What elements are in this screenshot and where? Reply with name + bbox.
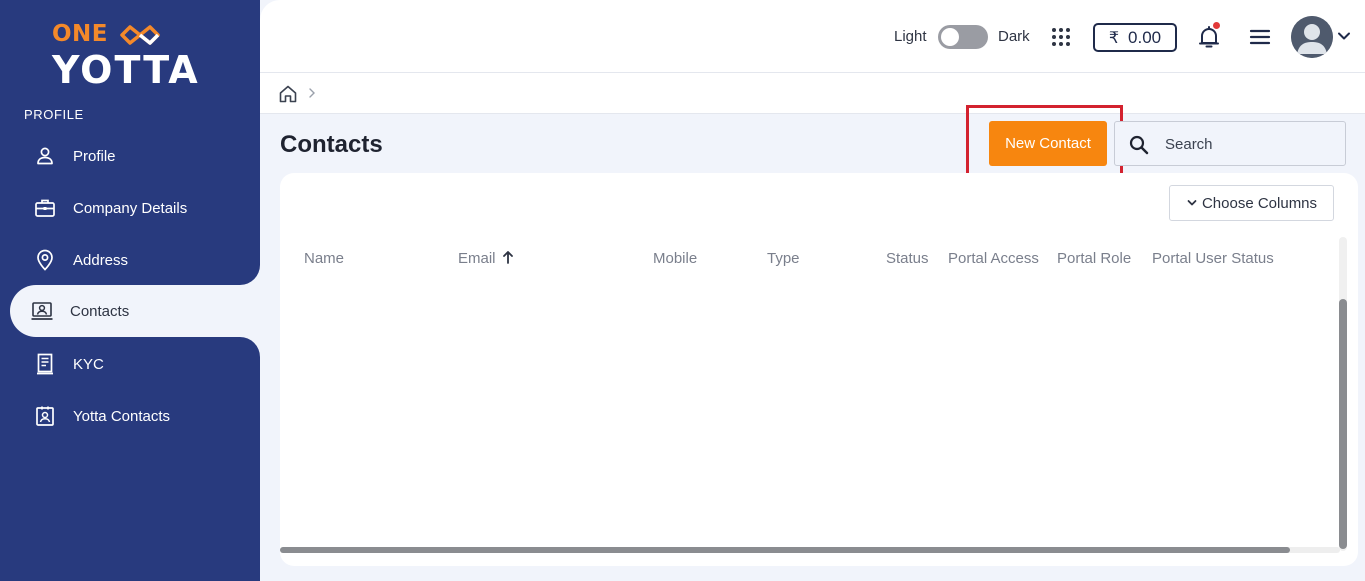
sidebar: ONE YOTTA PROFILE Profile Company Detail… bbox=[0, 0, 260, 581]
person-icon bbox=[34, 145, 56, 167]
sidebar-item-contacts[interactable]: Contacts bbox=[10, 285, 260, 337]
scrollbar-thumb[interactable] bbox=[280, 547, 1290, 553]
chevron-down-icon[interactable] bbox=[1337, 29, 1351, 43]
horizontal-scrollbar[interactable] bbox=[280, 547, 1340, 553]
sidebar-item-profile[interactable]: Profile bbox=[0, 130, 260, 182]
breadcrumb bbox=[260, 73, 1365, 114]
document-icon bbox=[34, 353, 56, 375]
sidebar-item-label: Profile bbox=[73, 147, 116, 165]
top-bar: Light Dark ₹ 0.00 bbox=[260, 0, 1365, 73]
column-header-portal-access[interactable]: Portal Access bbox=[948, 250, 1039, 267]
search-input[interactable] bbox=[1165, 132, 1335, 156]
column-header-name[interactable]: Name bbox=[304, 250, 344, 267]
apps-grid-icon[interactable] bbox=[1051, 27, 1071, 47]
column-header-email[interactable]: Email bbox=[458, 250, 514, 267]
contacts-table-card: Choose Columns Name Email Mobile Type St… bbox=[280, 173, 1358, 566]
infinity-logo-icon bbox=[120, 25, 160, 45]
search-box[interactable] bbox=[1114, 121, 1346, 166]
avatar-silhouette-icon bbox=[1291, 16, 1333, 58]
sidebar-item-label: Address bbox=[73, 251, 129, 269]
chevron-down-icon bbox=[1187, 200, 1197, 206]
sidebar-item-label: Yotta Contacts bbox=[73, 407, 171, 425]
choose-columns-button[interactable]: Choose Columns bbox=[1169, 185, 1334, 221]
page-title: Contacts bbox=[280, 131, 383, 158]
toggle-knob bbox=[941, 28, 959, 46]
column-header-status[interactable]: Status bbox=[886, 250, 929, 267]
active-curve-top bbox=[240, 265, 260, 285]
logo-yotta-text: YOTTA bbox=[52, 48, 200, 92]
choose-columns-label: Choose Columns bbox=[1201, 194, 1318, 212]
contact-card-icon bbox=[31, 300, 53, 322]
vertical-scrollbar[interactable] bbox=[1339, 237, 1347, 551]
theme-dark-label: Dark bbox=[998, 28, 1030, 45]
sidebar-item-company-details[interactable]: Company Details bbox=[0, 182, 260, 234]
sidebar-item-label: KYC bbox=[73, 355, 104, 373]
wallet-balance-button[interactable]: ₹ 0.00 bbox=[1093, 23, 1177, 52]
search-icon bbox=[1129, 135, 1149, 155]
sidebar-item-yotta-contacts[interactable]: Yotta Contacts bbox=[0, 390, 260, 442]
hamburger-menu-icon[interactable] bbox=[1249, 28, 1271, 46]
column-header-portal-role[interactable]: Portal Role bbox=[1057, 250, 1131, 267]
wallet-balance-value: 0.00 bbox=[1128, 27, 1162, 47]
sort-ascending-icon bbox=[502, 251, 513, 264]
location-pin-icon bbox=[34, 249, 56, 271]
new-contact-button[interactable]: New Contact bbox=[989, 121, 1107, 166]
column-header-portal-user-status[interactable]: Portal User Status bbox=[1152, 250, 1274, 267]
one-yotta-logo[interactable]: ONE YOTTA bbox=[52, 20, 212, 92]
column-header-type[interactable]: Type bbox=[767, 250, 800, 267]
sidebar-item-label: Company Details bbox=[73, 199, 188, 217]
column-header-mobile[interactable]: Mobile bbox=[653, 250, 697, 267]
notification-dot bbox=[1213, 22, 1220, 29]
contact-badge-icon bbox=[34, 405, 56, 427]
rupee-icon: ₹ bbox=[1108, 28, 1120, 47]
sidebar-section-label: PROFILE bbox=[24, 107, 84, 122]
sidebar-item-label: Contacts bbox=[70, 302, 130, 320]
home-icon[interactable] bbox=[278, 84, 298, 104]
main-content: Light Dark ₹ 0.00 Contacts New Contact S… bbox=[260, 0, 1365, 581]
column-header-label: Email bbox=[458, 250, 496, 267]
theme-light-label: Light bbox=[894, 28, 927, 45]
sidebar-item-kyc[interactable]: KYC bbox=[0, 338, 260, 390]
theme-toggle[interactable] bbox=[938, 25, 988, 49]
sidebar-item-address[interactable]: Address bbox=[0, 234, 260, 286]
chevron-right-icon bbox=[309, 88, 315, 98]
briefcase-icon bbox=[34, 197, 56, 219]
logo-one-text: ONE bbox=[52, 21, 109, 47]
scrollbar-thumb[interactable] bbox=[1339, 299, 1347, 549]
user-avatar[interactable] bbox=[1291, 16, 1333, 58]
